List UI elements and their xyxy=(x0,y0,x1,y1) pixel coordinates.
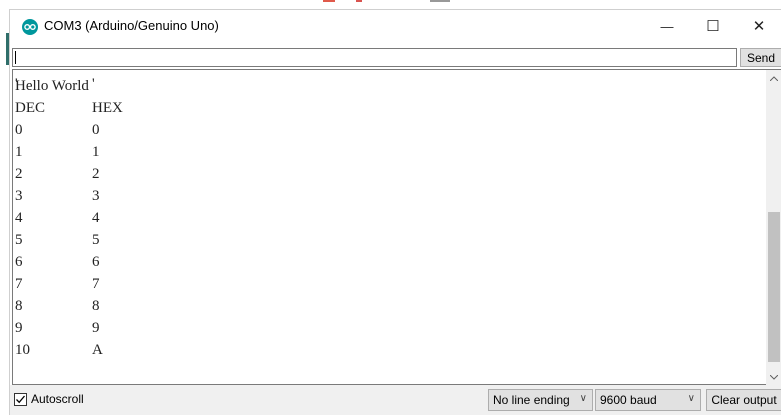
maximize-button[interactable]: ☐ xyxy=(690,10,736,42)
output-col-a: 9 xyxy=(15,320,23,336)
autoscroll-toggle[interactable]: Autoscroll xyxy=(14,392,84,406)
output-col-a: Hello World xyxy=(15,78,89,94)
output-col-a: 3 xyxy=(15,188,23,204)
close-icon: ✕ xyxy=(752,18,766,35)
output-col-a: 4 xyxy=(15,210,23,226)
output-col-b: HEX xyxy=(92,100,123,116)
minimize-icon: — xyxy=(660,18,674,34)
output-col-a: DEC xyxy=(15,100,45,116)
arduino-infinity-icon xyxy=(22,19,38,35)
chevron-down-icon: ∨ xyxy=(579,393,587,404)
minimize-button[interactable]: — xyxy=(644,10,690,42)
checkmark-icon xyxy=(16,395,25,403)
output-col-b: 8 xyxy=(92,298,100,314)
baud-rate-value: 9600 baud xyxy=(600,393,657,407)
maximize-icon: ☐ xyxy=(706,18,720,35)
output-col-b: 3 xyxy=(92,188,100,204)
autoscroll-label: Autoscroll xyxy=(31,392,84,406)
output-scrollbar[interactable] xyxy=(766,69,781,385)
output-col-b: 7 xyxy=(92,276,100,292)
output-col-b: 1 xyxy=(92,144,100,160)
output-col-a: 1 xyxy=(15,144,23,160)
baud-rate-select[interactable]: 9600 baud ∨ xyxy=(595,389,701,411)
output-col-a: 0 xyxy=(15,122,23,138)
scroll-up-arrow-icon[interactable] xyxy=(766,70,781,86)
output-col-a: 8 xyxy=(15,298,23,314)
bottom-bar: Autoscroll No line ending ∨ 9600 baud ∨ … xyxy=(10,385,781,415)
send-button[interactable]: Send xyxy=(740,48,781,67)
chevron-down-icon: ∨ xyxy=(687,393,695,404)
output-col-b: 6 xyxy=(92,254,100,270)
output-col-a: 2 xyxy=(15,166,23,182)
scroll-thumb[interactable] xyxy=(768,212,780,362)
text-caret xyxy=(15,51,16,64)
line-ending-value: No line ending xyxy=(493,393,570,407)
output-col-a: 6 xyxy=(15,254,23,270)
output-col-b: 0 xyxy=(92,122,100,138)
title-bar[interactable]: COM3 (Arduino/Genuino Uno) — ☐ ✕ xyxy=(10,10,781,42)
serial-output[interactable]: ' ' Hello World DEC HEX 0 0 1 1 2 2 3 3 4 4 5 5 6 6 7 7 8 8 9 9… xyxy=(12,69,766,385)
output-col-b: 5 xyxy=(92,232,100,248)
output-col-b: 9 xyxy=(92,320,100,336)
output-col-b: 4 xyxy=(92,210,100,226)
output-col-b: A xyxy=(92,342,103,358)
output-col-a: 7 xyxy=(15,276,23,292)
scroll-down-arrow-icon[interactable] xyxy=(766,369,781,385)
window-title: COM3 (Arduino/Genuino Uno) xyxy=(44,18,219,33)
output-col-a: 5 xyxy=(15,232,23,248)
clear-output-button[interactable]: Clear output xyxy=(706,389,781,411)
autoscroll-checkbox[interactable] xyxy=(14,392,27,406)
serial-monitor-window: COM3 (Arduino/Genuino Uno) — ☐ ✕ Send ' '… xyxy=(9,9,781,415)
close-button[interactable]: ✕ xyxy=(736,10,781,42)
output-col-a: 10 xyxy=(15,342,30,358)
line-ending-select[interactable]: No line ending ∨ xyxy=(488,389,593,411)
serial-input[interactable] xyxy=(12,48,737,67)
background-window-strip xyxy=(0,0,781,9)
send-row: Send xyxy=(10,48,781,69)
output-col-b: 2 xyxy=(92,166,100,182)
